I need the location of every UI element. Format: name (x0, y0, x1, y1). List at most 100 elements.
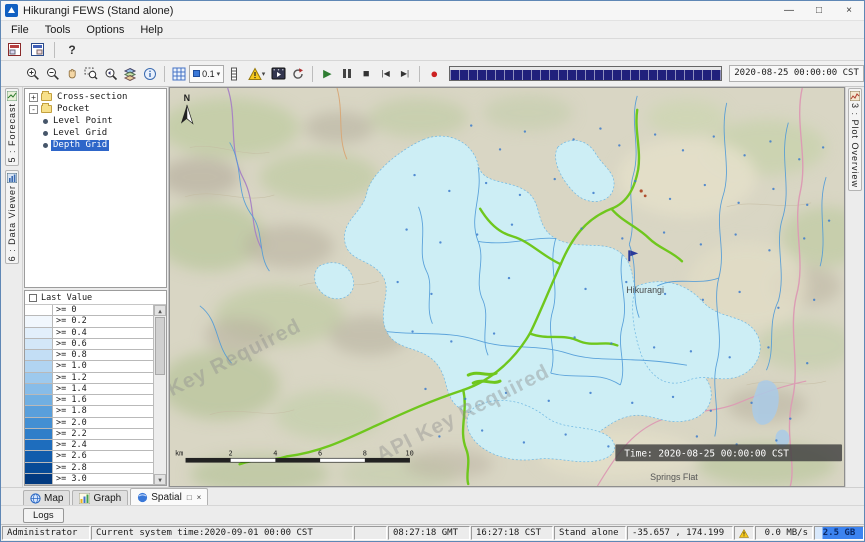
grid-classbreak-select[interactable]: 0.1 ▾ (189, 65, 224, 83)
right-dock-strip: 3 : Plot Overview (845, 87, 864, 487)
tree-node-label: Depth Grid (51, 140, 109, 151)
legend-swatch (25, 373, 53, 383)
legend-swatch (25, 429, 53, 439)
menu-tools[interactable]: Tools (37, 23, 79, 37)
expand-icon[interactable]: + (29, 93, 38, 102)
tab-spatial[interactable]: Spatial □ × (130, 488, 208, 505)
legend-entry: >= 0.6 (25, 339, 153, 350)
leaf-bullet-icon (43, 143, 48, 148)
legend-entry: >= 1.8 (25, 406, 153, 417)
zoom-in-icon[interactable] (24, 64, 42, 84)
svg-text:8: 8 (363, 449, 367, 457)
filter-tree: + Cross-section - Pocket Level Point Lev… (24, 88, 167, 288)
svg-text:6: 6 (318, 449, 322, 457)
legend-panel: Last Value >= 0 >= 0.2 >= 0.4 >= 0.6 >= … (24, 290, 167, 486)
legend-swatch (25, 384, 53, 394)
title-bar[interactable]: Hikurangi FEWS (Stand alone) — □ × (1, 1, 864, 21)
leaf-bullet-icon (43, 119, 48, 124)
status-spacer (354, 526, 387, 540)
legend-entry: >= 0.2 (25, 316, 153, 327)
tree-node-label: Pocket (55, 104, 92, 115)
zoom-rectangle-icon[interactable] (82, 64, 100, 84)
folder-icon (41, 105, 52, 113)
legend-swatch (25, 350, 53, 360)
panel-restore-icon[interactable]: □ (187, 493, 192, 502)
import-config-icon[interactable] (4, 40, 24, 60)
forecast-tab-icon (7, 91, 17, 101)
collapse-icon[interactable]: - (29, 105, 38, 114)
sidebar-tab-plot-overview[interactable]: 3 : Plot Overview (848, 88, 862, 191)
menu-help[interactable]: Help (132, 23, 171, 37)
export-config-icon[interactable] (27, 40, 47, 60)
scrollbar-thumb[interactable] (155, 317, 165, 375)
animation-movie-icon[interactable] (269, 64, 287, 84)
legend-entry: >= 2.6 (25, 451, 153, 462)
layers-icon[interactable] (121, 64, 139, 84)
sphere-icon (137, 492, 148, 503)
legend-scrollbar[interactable]: ▲ ▼ (154, 305, 166, 485)
menu-file[interactable]: File (3, 23, 37, 37)
timeline-slider[interactable] (449, 66, 723, 81)
svg-text:4: 4 (273, 449, 277, 457)
grid-display-icon[interactable] (170, 64, 188, 84)
tab-map[interactable]: Map (23, 490, 70, 505)
tree-node-pocket[interactable]: - Pocket (25, 103, 166, 115)
grid-color-icon (193, 70, 200, 77)
svg-text:km: km (175, 449, 183, 457)
legend-swatch (25, 316, 53, 326)
legend-entry: >= 2.0 (25, 418, 153, 429)
help-icon[interactable]: ? (62, 40, 82, 60)
legend-swatch (25, 406, 53, 416)
tab-graph[interactable]: Graph (72, 490, 128, 505)
stop-button[interactable]: ■ (357, 64, 375, 84)
step-forward-button[interactable]: ▶| (396, 64, 414, 84)
tree-node-cross-section[interactable]: + Cross-section (25, 91, 166, 103)
ruler-scale-icon[interactable] (225, 64, 243, 84)
status-warning-icon[interactable] (734, 526, 754, 540)
minimize-button[interactable]: — (774, 1, 804, 20)
record-button[interactable]: ● (425, 64, 443, 84)
legend-entry: >= 1.0 (25, 361, 153, 372)
tree-node-level-point[interactable]: Level Point (25, 115, 166, 127)
pan-hand-icon[interactable] (63, 64, 81, 84)
grid-classbreak-value: 0.1 (202, 69, 215, 79)
tree-node-depth-grid[interactable]: Depth Grid (25, 139, 166, 151)
step-back-button[interactable]: |◀ (376, 64, 394, 84)
data-viewer-tab-icon (7, 173, 17, 183)
current-datetime-field[interactable]: 2020-08-25 00:00:00 CST (729, 65, 864, 82)
map-viewport[interactable]: API Key Required API Key Required Hikura… (169, 87, 845, 487)
legend-entry: >= 2.8 (25, 463, 153, 474)
close-button[interactable]: × (834, 1, 864, 20)
legend-entry: >= 1.4 (25, 384, 153, 395)
maximize-button[interactable]: □ (804, 1, 834, 20)
status-local-time: 16:27:18 CST (471, 526, 553, 540)
map-time-badge: Time: 2020-08-25 00:00:00 CST (615, 444, 842, 461)
tree-node-level-grid[interactable]: Level Grid (25, 127, 166, 139)
legend-swatch (25, 328, 53, 338)
zoom-previous-icon[interactable] (102, 64, 120, 84)
legend-entry: >= 0.4 (25, 328, 153, 339)
play-button[interactable]: ▶ (318, 64, 336, 84)
legend-swatch (25, 474, 53, 484)
legend-entry: >= 0 (25, 305, 153, 316)
status-gmt-time: 08:27:18 GMT (388, 526, 470, 540)
warning-threshold-icon[interactable]: ▾ (245, 64, 269, 84)
pause-button[interactable] (338, 64, 356, 84)
last-value-checkbox[interactable] (29, 294, 37, 302)
menu-options[interactable]: Options (78, 23, 132, 37)
sidebar-tab-data-viewer[interactable]: 6 : Data Viewer (5, 170, 19, 264)
forecast-tab-label: 5 : Forecast (7, 103, 17, 163)
scroll-up-icon[interactable]: ▲ (154, 305, 166, 316)
panel-close-icon[interactable]: × (197, 493, 202, 502)
left-dock-strip: 5 : Forecast 6 : Data Viewer (1, 87, 23, 487)
tab-graph-label: Graph (93, 493, 121, 504)
zoom-out-icon[interactable] (43, 64, 61, 84)
scroll-down-icon[interactable]: ▼ (154, 474, 166, 485)
capture-export-icon[interactable] (289, 64, 307, 84)
logs-bar: Logs (1, 505, 864, 524)
map-canvas: API Key Required API Key Required Hikura… (170, 88, 844, 486)
sidebar-tab-forecast[interactable]: 5 : Forecast (5, 88, 19, 166)
info-icon[interactable] (140, 64, 158, 84)
logs-button[interactable]: Logs (23, 508, 64, 523)
bottom-tab-bar: Map Graph Spatial □ × (1, 487, 864, 505)
